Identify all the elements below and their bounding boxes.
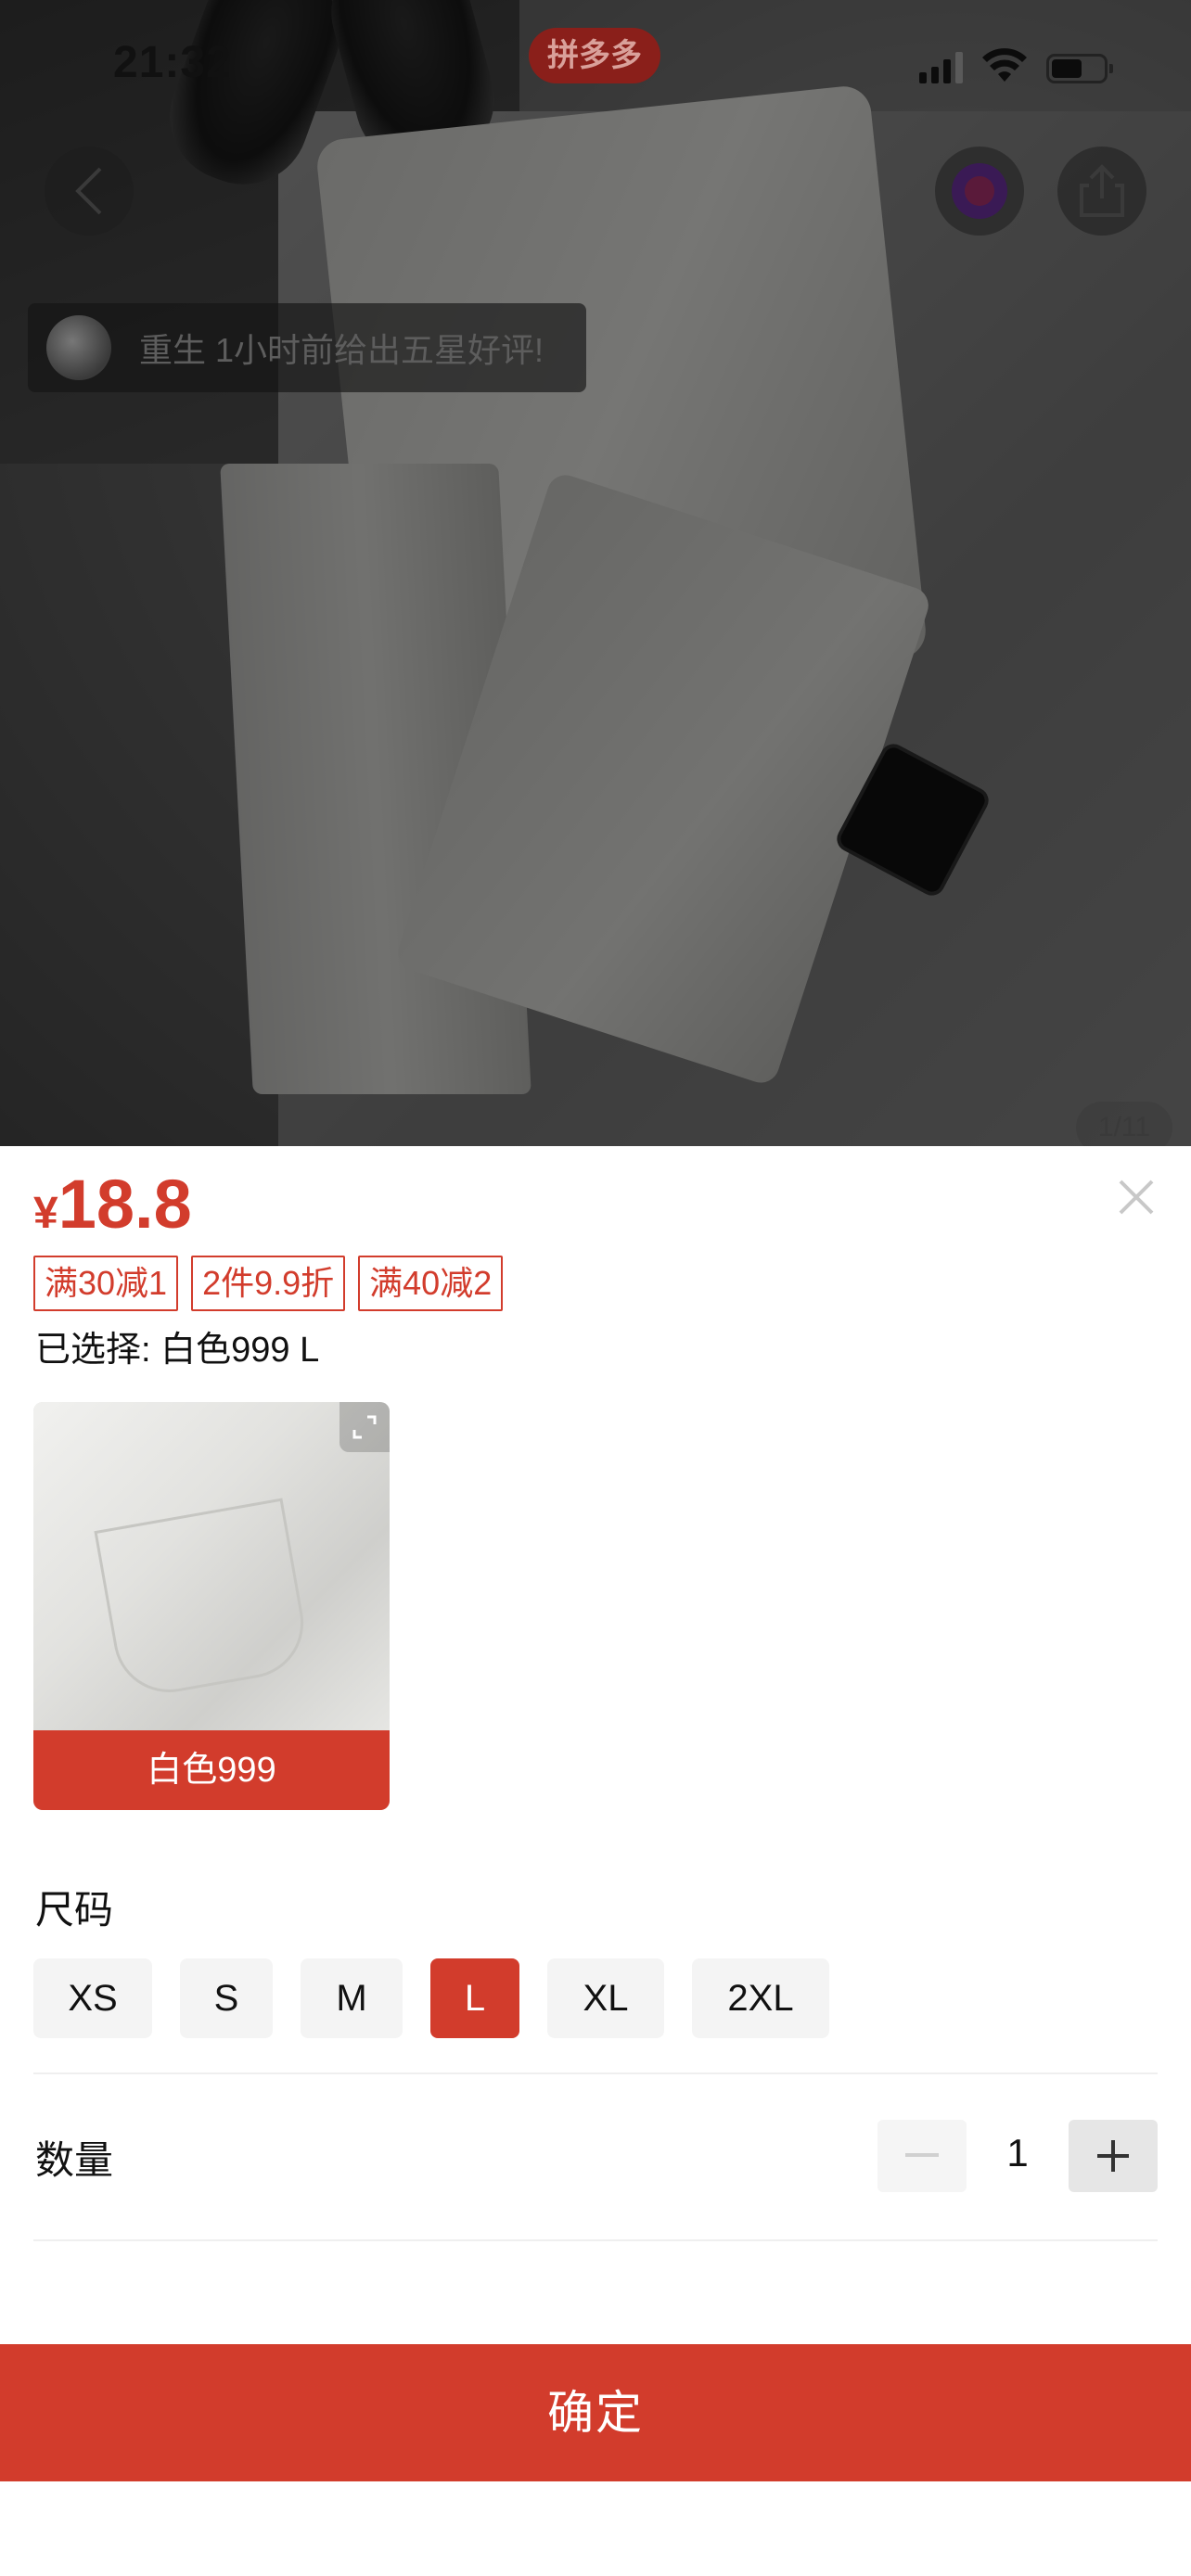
color-option-label: 白色999 [33, 1730, 390, 1810]
favorite-button[interactable] [935, 147, 1024, 236]
size-option-2xl[interactable]: 2XL [692, 1958, 829, 2038]
quantity-decrease-button[interactable] [877, 2120, 967, 2192]
minus-icon [905, 2153, 939, 2157]
close-icon [1119, 1180, 1154, 1215]
share-icon [1080, 164, 1124, 217]
sku-selection-sheet: ¥18.8 满30减1 2件9.9折 满40减2 已选择: 白色999 L 白色… [0, 1146, 1191, 2576]
divider [33, 2072, 1158, 2074]
page-indicator: 1/11 [1076, 1102, 1172, 1146]
price-value: 18.8 [58, 1166, 192, 1243]
review-text: 重生 1小时前给出五星好评! [139, 331, 544, 369]
coupon-tag: 满30减1 [33, 1256, 179, 1311]
reviewer-avatar [46, 315, 111, 380]
share-button[interactable] [1057, 147, 1146, 236]
back-icon [75, 167, 102, 215]
battery-icon [1046, 54, 1113, 83]
back-button[interactable] [45, 147, 134, 236]
expand-image-button[interactable] [339, 1402, 390, 1452]
size-option-s[interactable]: S [180, 1958, 273, 2038]
color-option-image [33, 1402, 390, 1731]
coupon-list: 满30减1 2件9.9折 满40减2 [33, 1256, 504, 1311]
size-option-l[interactable]: L [430, 1958, 519, 2038]
signal-icon [919, 52, 963, 83]
confirm-button[interactable]: 确定 [0, 2344, 1191, 2481]
quantity-increase-button[interactable] [1069, 2120, 1158, 2192]
status-time: 21:32 [113, 38, 232, 87]
size-options: XS S M L XL 2XL [33, 1958, 857, 2038]
quantity-label: 数量 [35, 2138, 114, 2182]
selected-spec: 已选择: 白色999 L [35, 1331, 320, 1370]
favorite-icon [952, 163, 1007, 219]
size-option-xs[interactable]: XS [33, 1958, 152, 2038]
expand-icon [352, 1415, 377, 1439]
plus-icon [1097, 2140, 1129, 2172]
divider [33, 2239, 1158, 2241]
size-section-title: 尺码 [35, 1888, 114, 1932]
size-option-xl[interactable]: XL [547, 1958, 664, 2038]
status-icons [919, 46, 1113, 83]
color-option-white999[interactable]: 白色999 [33, 1402, 390, 1810]
close-button[interactable] [1115, 1176, 1158, 1218]
pants-pocket [94, 1498, 313, 1702]
coupon-tag: 2件9.9折 [191, 1256, 346, 1311]
quantity-value[interactable]: 1 [967, 2131, 1069, 2175]
coupon-tag: 满40减2 [358, 1256, 504, 1311]
size-option-m[interactable]: M [301, 1958, 403, 2038]
price-currency: ¥ [33, 1189, 58, 1238]
review-banner[interactable]: 重生 1小时前给出五星好评! [28, 303, 586, 392]
wifi-icon [982, 48, 1027, 82]
product-image-gallery[interactable]: 21:32 拼多多 重生 1小时前给出五星好评! 1/11 [0, 0, 1191, 1146]
price: ¥18.8 [33, 1165, 192, 1243]
app-badge: 拼多多 [529, 28, 660, 83]
